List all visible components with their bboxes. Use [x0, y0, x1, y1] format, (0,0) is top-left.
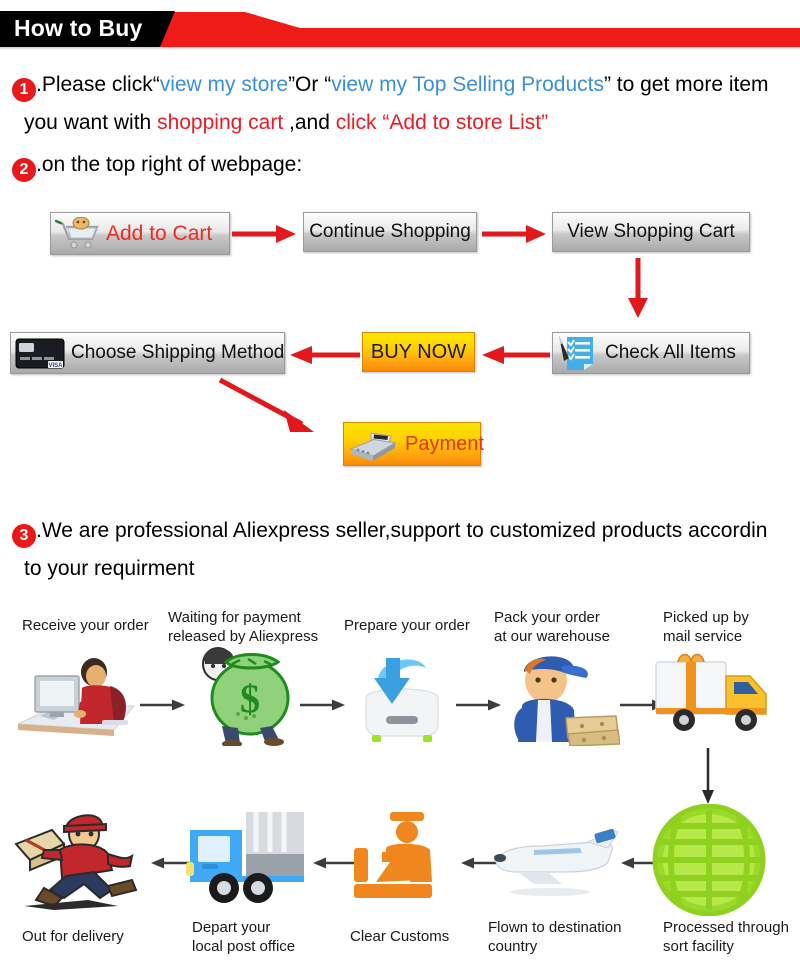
step-3-line-1: 3 .We are professional Aliexpress seller,… — [0, 512, 800, 550]
emphasis-shopping-cart: shopping cart — [157, 111, 284, 134]
process-label-flown-to-destination: Flown to destination country — [488, 919, 622, 955]
running-courier-icon — [14, 814, 138, 910]
page-header-banner: How to Buy — [0, 0, 800, 50]
airplane-icon — [494, 828, 619, 896]
svg-text:VISA: VISA — [48, 363, 63, 369]
step-2-text: .on the top right of webpage: — [36, 153, 303, 176]
payment-label: Payment — [405, 432, 484, 455]
shipping-process-diagram: Receive your order Waiting for payment r… — [0, 600, 800, 975]
step-number-badge-1: 1 — [12, 78, 36, 102]
globe-grid-icon — [652, 804, 766, 916]
money-bag-icon: $ — [202, 647, 290, 746]
add-to-cart-button[interactable]: Add to Cart — [50, 212, 230, 255]
step-number-badge-2: 2 — [12, 158, 36, 182]
step-1-text-c: ” to get more item — [603, 73, 769, 96]
process-arrow-right-1 — [140, 699, 185, 711]
step-1-text-d: you want with — [24, 111, 158, 134]
flow-arrow-left-1 — [482, 346, 550, 364]
view-shopping-cart-button[interactable]: View Shopping Cart — [552, 212, 750, 252]
post-truck-icon — [186, 812, 304, 903]
process-label-clear-customs: Clear Customs — [350, 928, 450, 945]
step-1-line-2: you want with shopping cart ,and click “… — [0, 104, 800, 142]
check-all-items-label: Check All Items — [605, 342, 736, 363]
flow-arrow-right-1 — [232, 225, 296, 243]
step-1-text-e: ,and — [283, 111, 336, 134]
mail-truck-icon — [655, 653, 767, 731]
step-number-badge-3: 3 — [12, 524, 36, 548]
step-3-text-a: .We are professional Aliexpress seller,s… — [36, 519, 768, 542]
step-3-line-2: to your requirment — [24, 557, 195, 580]
emphasis-add-to-store-list: click “Add to store List” — [335, 111, 549, 134]
link-view-my-top-selling-products[interactable]: view my Top Selling Products — [331, 73, 604, 96]
process-label-waiting-for-payment: Waiting for payment released by Aliexpre… — [168, 609, 319, 645]
credit-card-icon: VISA — [15, 338, 65, 369]
process-label-depart-local-post-office: Depart your local post office — [192, 919, 296, 955]
buy-now-label: BUY NOW — [370, 340, 467, 363]
flow-arrow-diagonal — [218, 377, 314, 432]
process-label-processed-sort-facility: Processed through sort facility — [663, 919, 789, 955]
customs-officer-icon — [354, 812, 432, 898]
flow-arrow-down-1 — [628, 258, 648, 318]
process-label-pack-your-order: Pack your order at our warehouse — [494, 609, 610, 645]
instruction-step-1: 1 .Please click“view my store”Or “view my… — [0, 66, 800, 142]
step-1-line-1: 1 .Please click“view my store”Or “view my… — [0, 66, 800, 104]
checklist-icon — [559, 336, 593, 370]
check-all-items-button[interactable]: Check All Items — [552, 332, 750, 374]
process-arrow-down — [702, 748, 714, 804]
continue-shopping-button[interactable]: Continue Shopping — [303, 212, 477, 252]
process-arrow-right-3 — [456, 699, 501, 711]
add-to-cart-label: Add to Cart — [106, 221, 213, 245]
view-shopping-cart-label: View Shopping Cart — [567, 221, 735, 242]
step-2-line-1: 2 .on the top right of webpage: — [0, 146, 800, 184]
buy-flow-diagram: Add to Cart Continue Shopping View Shopp… — [0, 196, 800, 496]
page-title: How to Buy — [14, 15, 143, 41]
instruction-step-3: 3 .We are professional Aliexpress seller,… — [0, 512, 800, 588]
cash-register-icon — [349, 432, 397, 461]
link-view-my-store[interactable]: view my store — [160, 73, 288, 96]
person-at-computer-icon — [17, 658, 136, 736]
choose-shipping-method-label: Choose Shipping Method — [71, 342, 285, 363]
choose-shipping-method-button[interactable]: VISA Choose Shipping Method — [10, 332, 285, 374]
flow-arrow-left-2 — [290, 346, 360, 364]
banner-shadow — [0, 47, 800, 50]
process-label-picked-up-by-mail-service: Picked up by mail service — [663, 609, 749, 645]
payment-button[interactable]: Payment — [343, 422, 484, 466]
warehouse-worker-icon — [514, 656, 620, 746]
buy-now-button[interactable]: BUY NOW — [362, 332, 475, 372]
process-arrow-right-2 — [300, 699, 345, 711]
step-1-text-a: .Please click“ — [36, 73, 160, 96]
process-label-receive-your-order: Receive your order — [22, 617, 149, 634]
process-label-prepare-your-order: Prepare your order — [344, 617, 470, 634]
download-box-icon — [365, 658, 439, 742]
continue-shopping-label: Continue Shopping — [309, 221, 471, 242]
svg-text:$: $ — [240, 676, 260, 721]
flow-arrow-right-2 — [482, 225, 546, 243]
instruction-step-2: 2 .on the top right of webpage: — [0, 146, 800, 184]
process-label-out-for-delivery: Out for delivery — [22, 928, 124, 945]
shopping-cart-icon — [54, 216, 99, 248]
step-1-text-b: ”Or “ — [288, 73, 332, 96]
